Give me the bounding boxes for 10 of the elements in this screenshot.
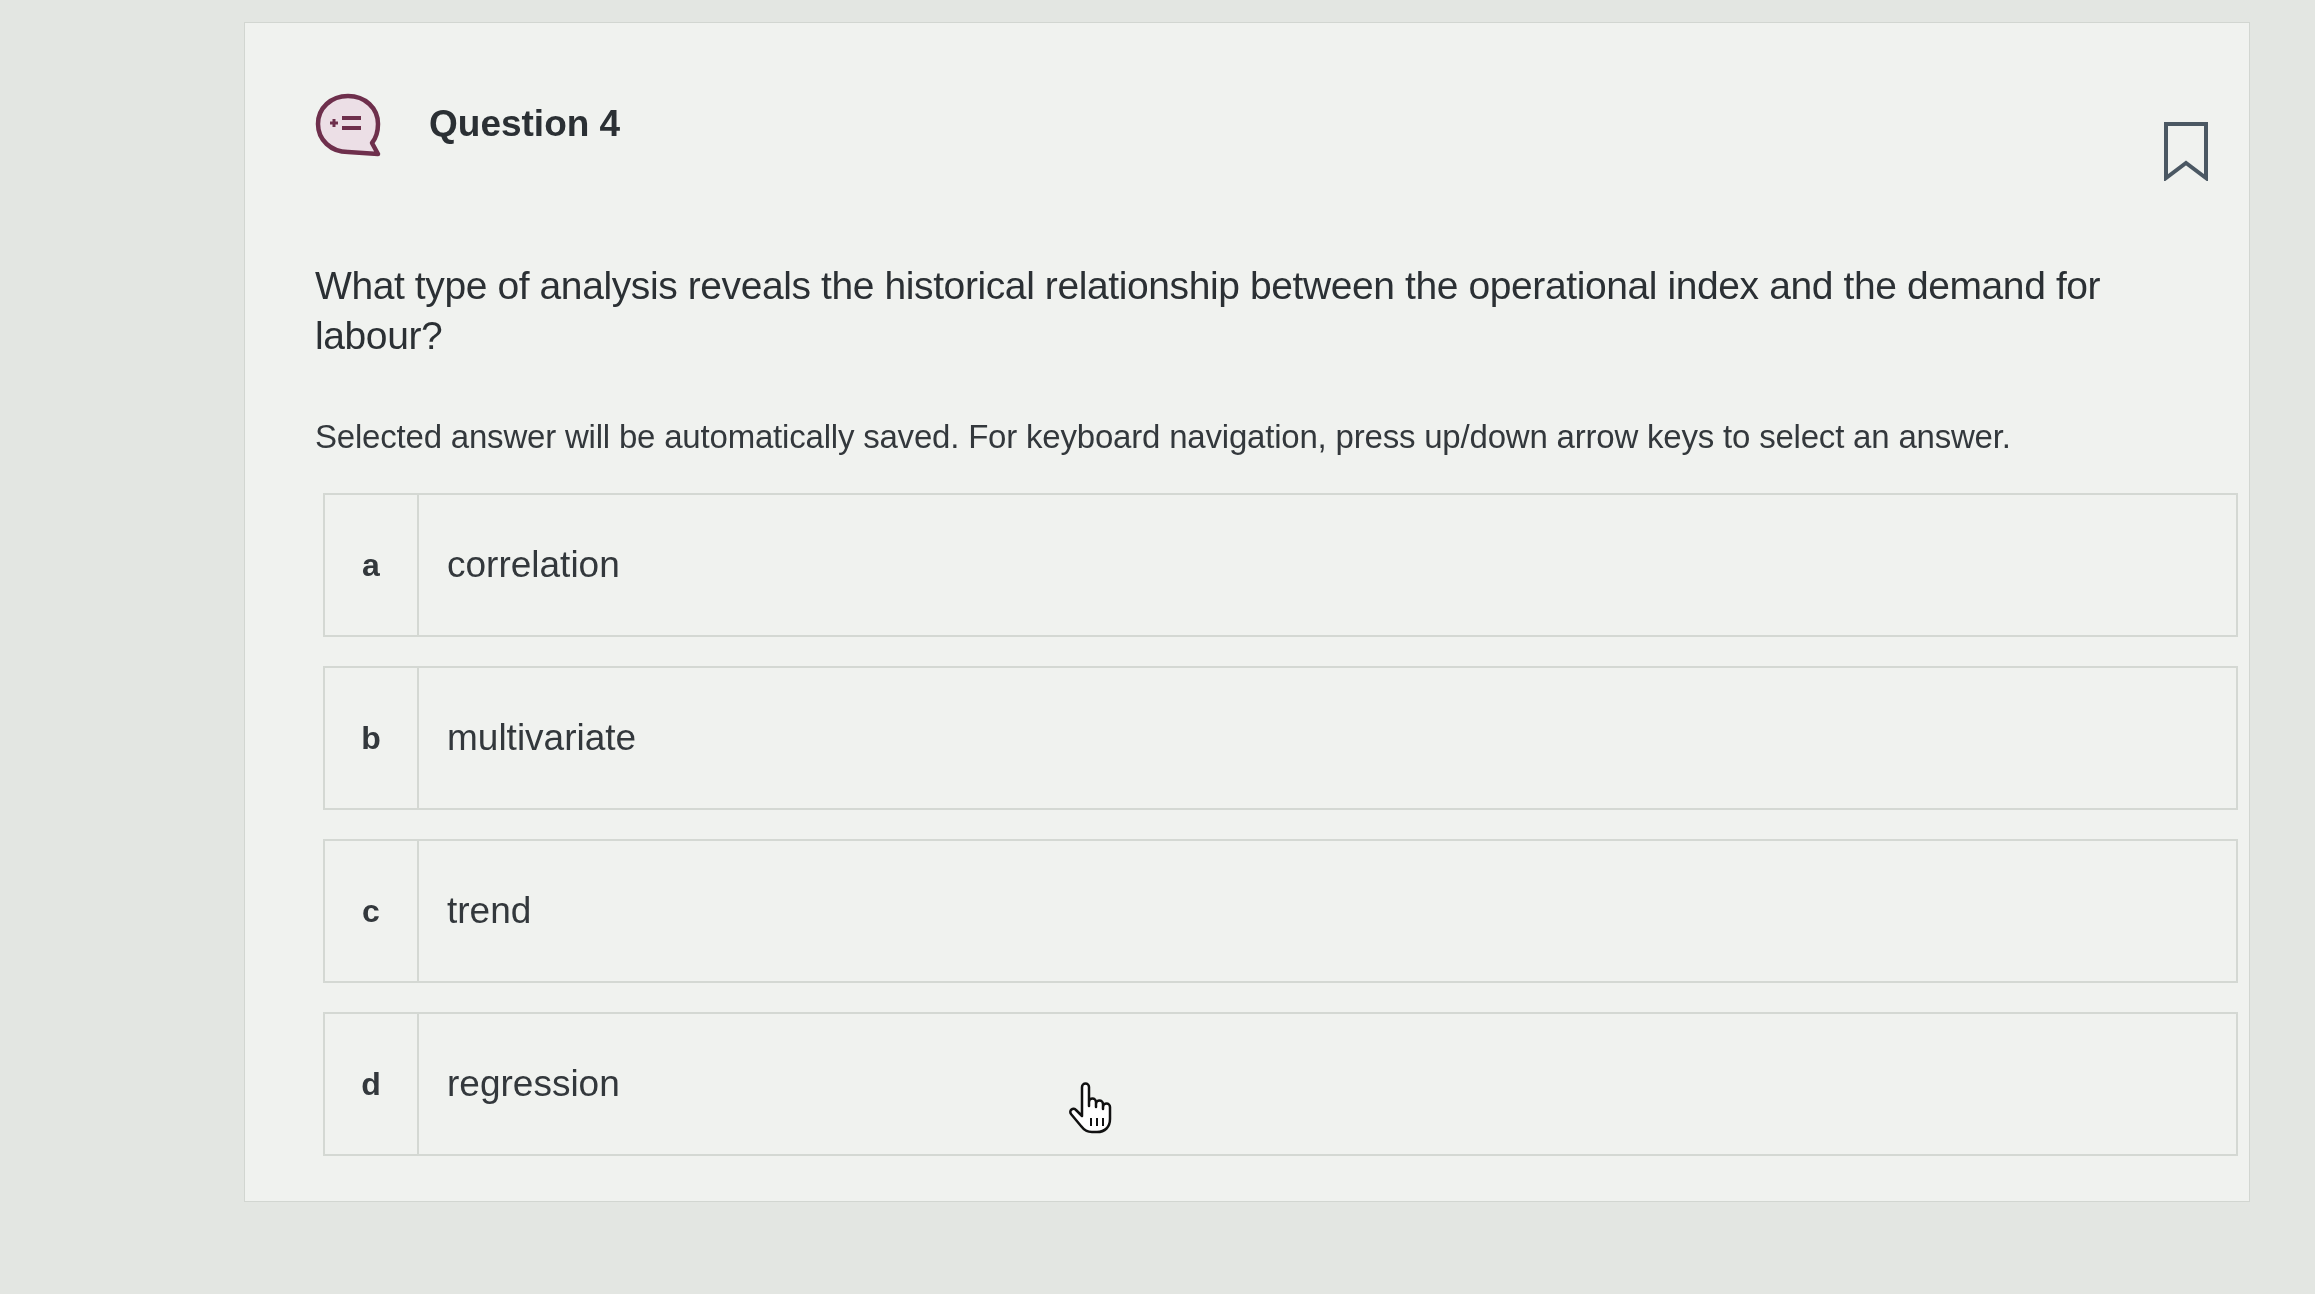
answer-option[interactable]: a correlation — [323, 493, 2238, 637]
bookmark-icon[interactable] — [2163, 121, 2209, 181]
question-text: What type of analysis reveals the historical relationship between the operational index and the demand for labour? — [315, 263, 2102, 359]
question-title: Question 4 — [429, 103, 621, 145]
speech-bubble-icon — [315, 93, 381, 157]
answer-option[interactable]: c trend — [323, 839, 2238, 983]
hand-pointer-icon — [1068, 1082, 1112, 1134]
instructions-text: Selected answer will be automatically saved. For keyboard navigation, press up/down arrow keys to select an answer. — [315, 417, 2012, 457]
answer-option[interactable]: b multivariate — [323, 666, 2238, 810]
answer-option[interactable]: d regression — [323, 1012, 2238, 1156]
